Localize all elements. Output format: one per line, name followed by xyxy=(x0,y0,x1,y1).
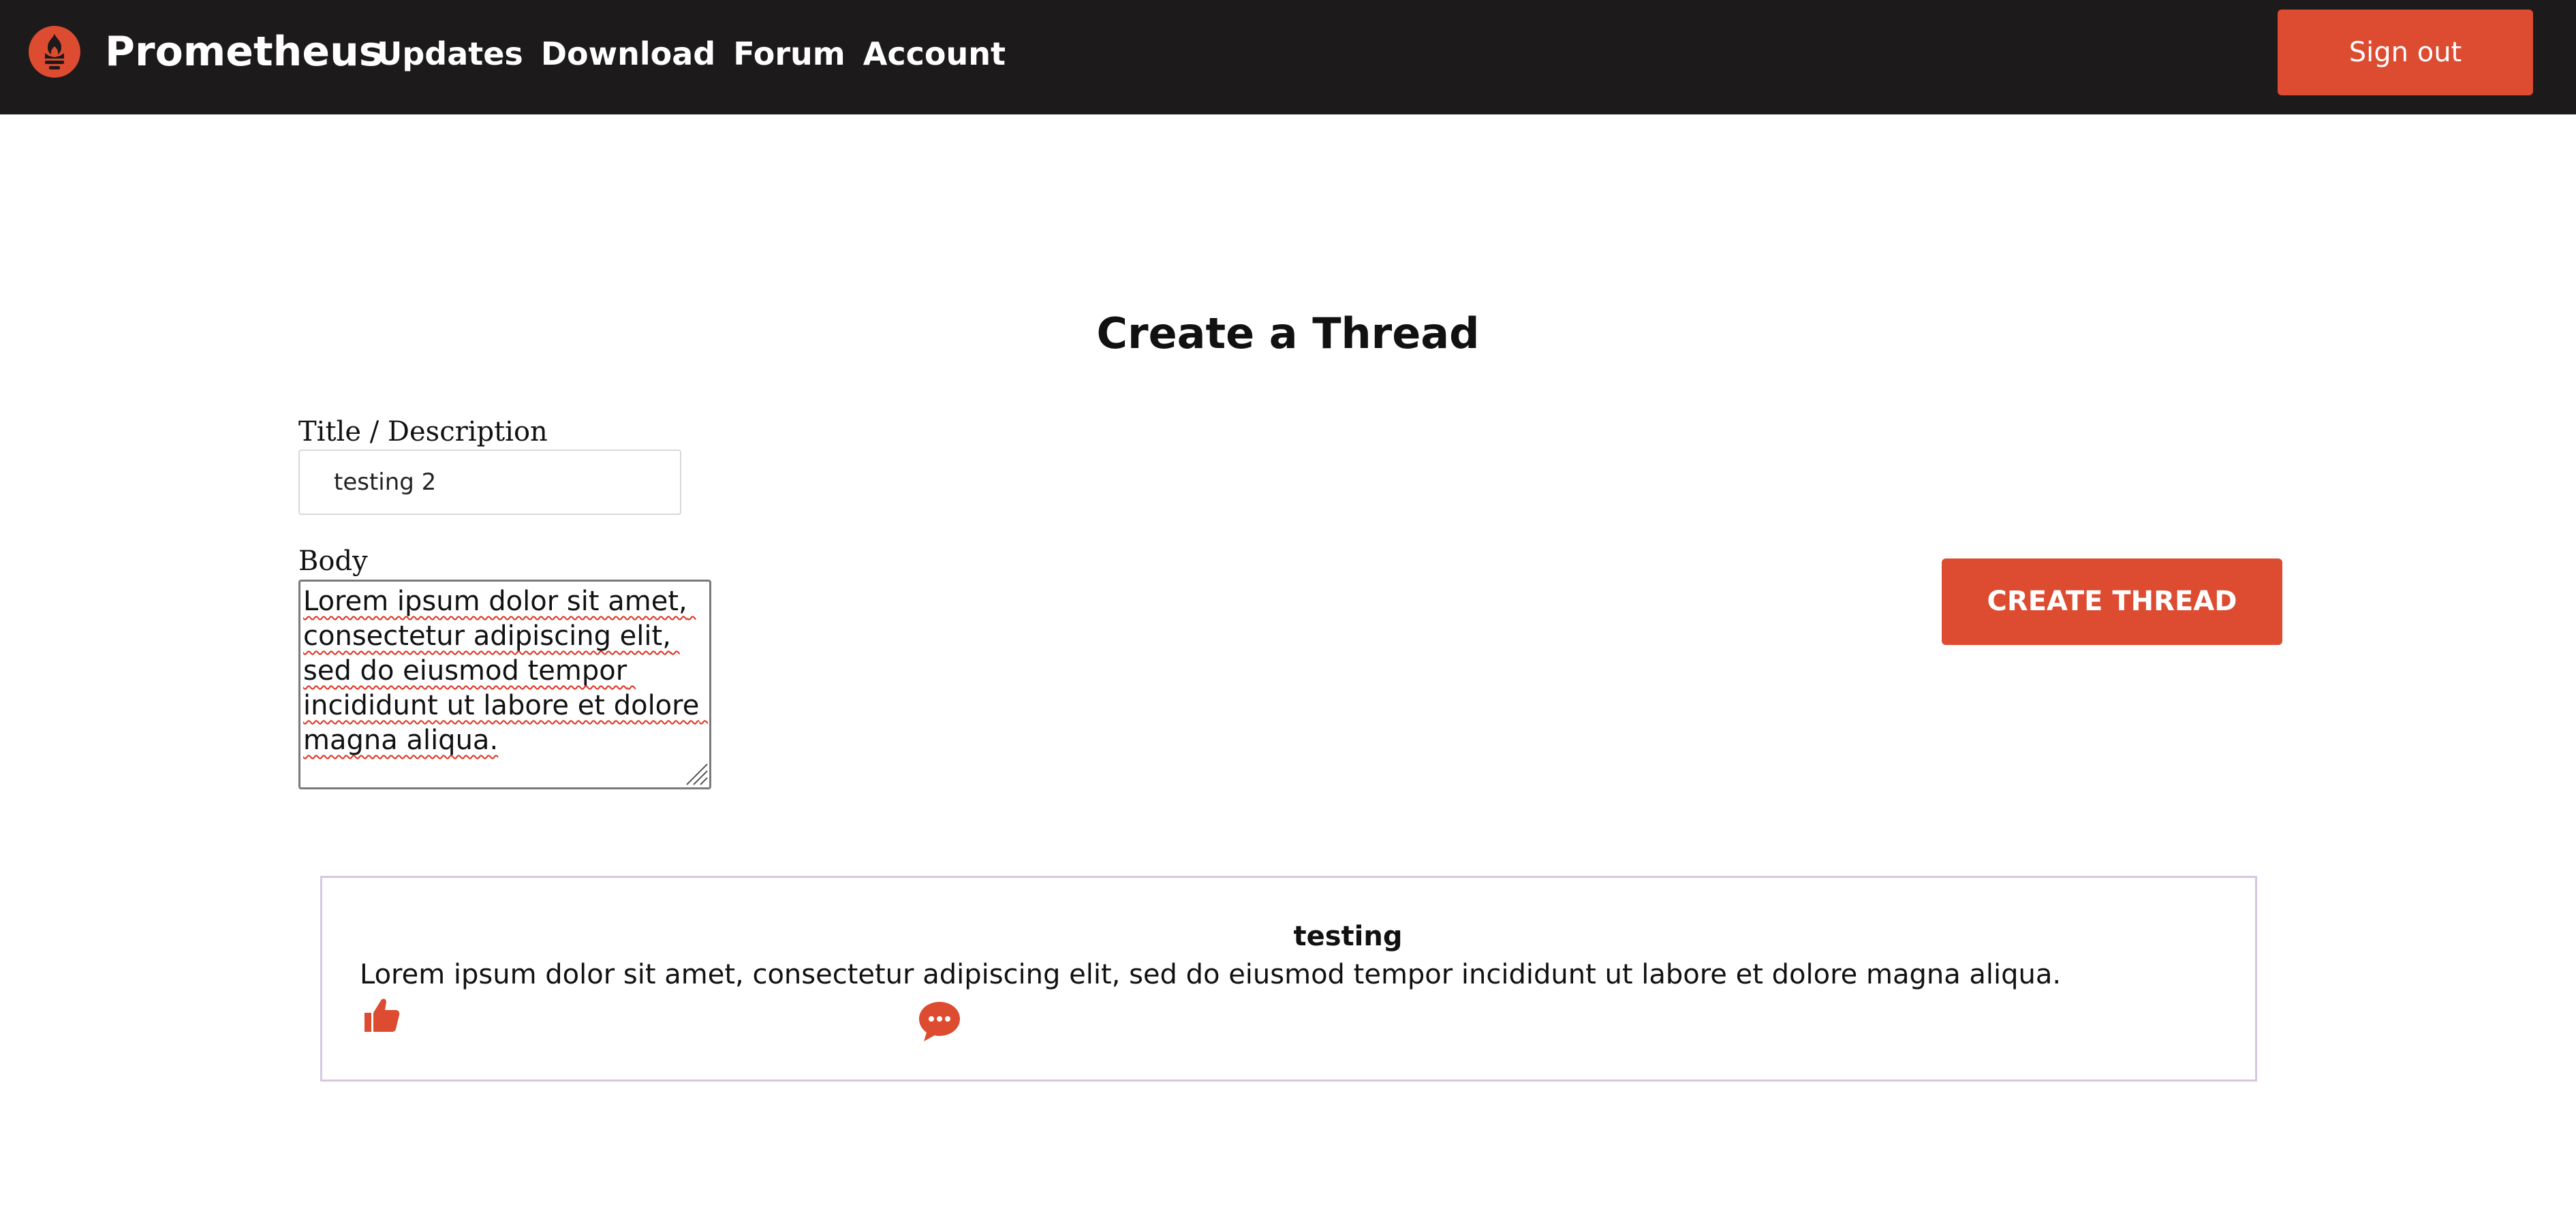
prometheus-logo-icon[interactable] xyxy=(29,26,80,78)
thread-body: Lorem ipsum dolor sit amet, consectetur … xyxy=(360,959,2062,990)
nav-item-forum[interactable]: Forum xyxy=(733,30,845,78)
thumbs-up-icon[interactable] xyxy=(360,995,401,1036)
top-navbar: Prometheus Updates Download Forum Accoun… xyxy=(0,0,2576,114)
sign-out-button[interactable]: Sign out xyxy=(2278,10,2533,95)
create-thread-button[interactable]: CREATE THREAD xyxy=(1942,558,2282,645)
textarea-resize-handle-icon[interactable] xyxy=(681,759,709,786)
nav-links: Updates Download Forum Account xyxy=(377,30,1023,78)
comment-bubble-icon[interactable] xyxy=(917,999,962,1044)
thread-card: testing Lorem ipsum dolor sit amet, cons… xyxy=(320,876,2257,1082)
page-title: Create a Thread xyxy=(1096,309,1480,358)
nav-item-account[interactable]: Account xyxy=(863,30,1006,78)
body-textarea[interactable]: Lorem ipsum dolor sit amet, consectetur … xyxy=(298,580,711,789)
title-field-label: Title / Description xyxy=(298,416,548,447)
body-field-label: Body xyxy=(298,546,368,577)
title-input[interactable] xyxy=(298,450,681,515)
nav-item-updates[interactable]: Updates xyxy=(377,30,523,78)
brand-name[interactable]: Prometheus xyxy=(105,25,384,79)
thread-title: testing xyxy=(322,917,2259,956)
nav-item-download[interactable]: Download xyxy=(541,30,715,78)
thread-title-text[interactable]: testing xyxy=(1294,917,1403,956)
